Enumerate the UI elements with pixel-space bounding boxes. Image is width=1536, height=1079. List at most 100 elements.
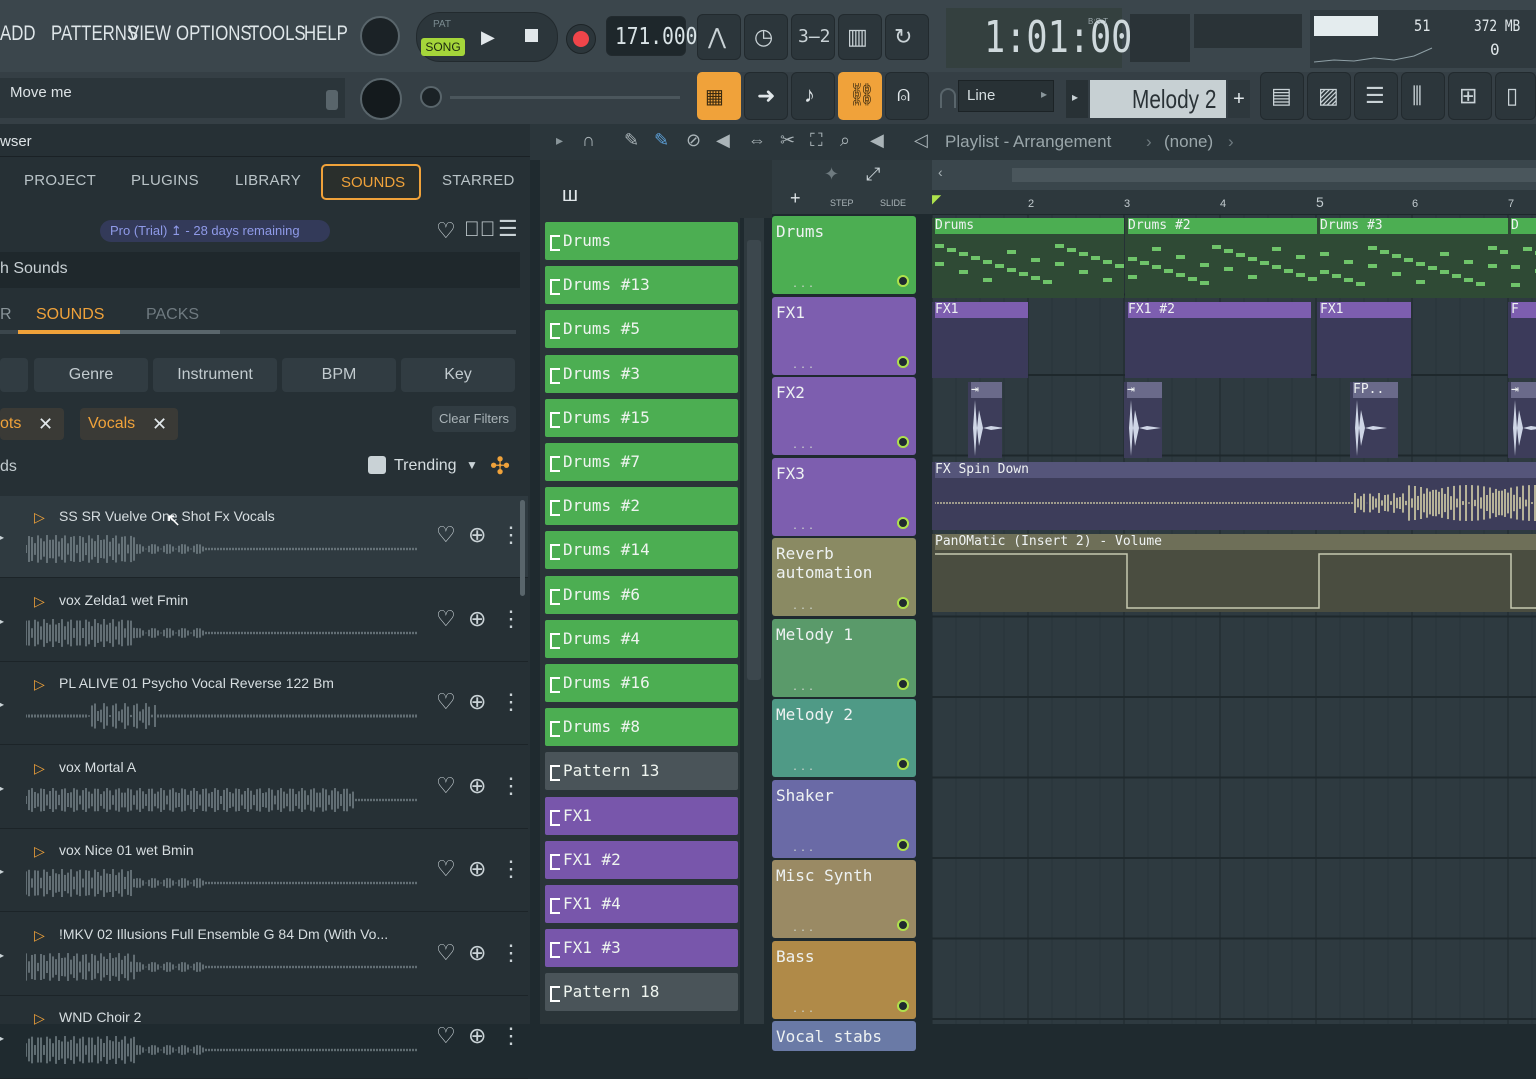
pattern-item[interactable]: Drums #6 [545,575,738,614]
pattern-item[interactable]: Drums #5 [545,310,738,349]
track-active-dot[interactable] [897,919,909,931]
chevron-down-icon[interactable]: ▼ [466,458,478,472]
add-track-icon[interactable]: + [790,188,801,209]
clip-drums[interactable]: D [1508,218,1536,298]
menu-tools[interactable]: TOOLS [249,22,306,46]
list-item[interactable]: ▷ PL ALIVE 01 Psycho Vocal Reverse 122 Bm… [0,663,528,745]
playlist-button[interactable]: ▤ [1260,72,1304,120]
trial-badge[interactable]: Pro (Trial) ↥ - 28 days remaining [100,220,330,242]
play-icon[interactable]: ▷ [34,677,46,691]
pattern-item[interactable]: Drums #4 [545,619,738,658]
pencil-icon[interactable]: ✎ [624,130,639,151]
waveform[interactable] [25,785,418,815]
select-icon[interactable]: ⛶ [810,130,823,151]
check-circle-icon[interactable]: ✓⃝ [464,218,496,242]
playback-icon[interactable]: ◀ [870,130,884,151]
list-item[interactable]: ▷ SS SR Vuelve One Shot Fx Vocals ♡ ⊕ ⋮ ▸ [0,496,528,578]
tab-project[interactable]: PROJECT [24,172,96,189]
track-header[interactable]: Bass... [772,940,916,1019]
playhead-icon[interactable]: ◤ [932,192,941,206]
step-icon[interactable]: ✦ [824,164,839,185]
pattern-item[interactable]: FX1 #4 [545,885,738,923]
more-icon[interactable]: ⋮ [500,773,522,799]
pitch-slider-handle[interactable] [420,86,442,108]
chevron-right-icon[interactable]: ▸ [0,614,4,628]
waveform[interactable] [25,868,418,898]
waveform[interactable] [25,701,418,731]
waveform[interactable] [25,1035,418,1065]
pat-label[interactable]: PAT [433,19,451,30]
clip-drums[interactable]: Drums [932,218,1124,298]
clip-fx1[interactable]: FX1 [1317,302,1411,378]
multilink-button[interactable]: ⛓ [838,72,882,120]
pattern-item[interactable]: Drums [545,222,738,260]
step-edit-button[interactable]: ➜ [744,72,788,120]
waveform[interactable] [25,534,418,564]
waveform[interactable] [25,952,418,982]
clip-fx3[interactable]: FX Spin Down [932,462,1536,530]
pattern-item[interactable]: Drums #7 [545,443,738,481]
countdown-button[interactable]: 3̶2 [791,14,835,60]
pattern-item[interactable]: FX1 [545,796,738,835]
track-header[interactable]: FX3... [772,457,916,536]
clip-fx1[interactable]: F [1508,302,1536,378]
clip-fx2[interactable]: ⇥ [1124,382,1162,458]
chevron-right-icon[interactable]: ▸ [0,864,4,878]
slip-icon[interactable]: ⇔ [748,130,766,151]
pattern-prev-button[interactable]: ▸ [1066,80,1088,118]
subtab-sounds[interactable]: SOUNDS [36,306,104,324]
blend-notes-button[interactable]: ▥ [838,14,882,60]
track-active-dot[interactable] [897,516,909,529]
pattern-item[interactable]: FX1 #2 [545,840,738,879]
tab-library[interactable]: LIBRARY [235,172,301,189]
pattern-item[interactable]: Pattern 18 [545,973,738,1012]
menu-add[interactable]: ADD [0,22,35,46]
add-circle-icon[interactable]: ⊕ [468,522,486,548]
browser-scrollbar[interactable] [520,500,525,596]
more-icon[interactable]: ⋮ [500,856,522,882]
snap-selector[interactable]: Line ▸ [958,80,1054,112]
channel-rack-button[interactable]: ☰ [1354,72,1398,120]
heart-icon[interactable]: ♡ [436,773,456,799]
heart-icon[interactable]: ♡ [436,606,456,632]
filter-partial[interactable] [0,358,28,392]
menu-patterns[interactable]: PATTERNS [51,22,138,46]
clip-drums[interactable]: Drums #3 [1317,218,1509,298]
close-icon[interactable]: ✕ [152,408,167,440]
chevron-right-icon[interactable]: ▸ [0,697,4,711]
chevron-right-icon[interactable]: ▸ [556,132,563,149]
clip-drums[interactable]: Drums #2 [1125,218,1317,298]
filter-instrument[interactable]: Instrument [153,358,277,392]
menu-help[interactable]: HELP [304,22,348,46]
add-circle-icon[interactable]: ⊕ [468,940,486,966]
time-display[interactable]: 1:01:00 B:S:T [946,8,1132,68]
metronome-button[interactable]: ⋀ [697,14,741,60]
magnet-icon[interactable] [940,88,956,108]
pattern-item[interactable]: Drums #13 [545,266,738,305]
heart-icon[interactable]: ♡ [436,218,456,244]
more-icon[interactable]: ⋮ [500,689,522,715]
stop-icon[interactable] [525,29,538,42]
pattern-item[interactable]: Drums #16 [545,664,738,702]
piano-roll-button[interactable]: ▨ [1307,72,1351,120]
heart-icon[interactable]: ♡ [436,1023,456,1049]
track-header[interactable]: FX1... [772,296,916,375]
add-circle-icon[interactable]: ⊕ [468,606,486,632]
master-pitch-knob[interactable] [360,78,402,120]
subtab-r[interactable]: R [0,306,12,324]
track-active-dot[interactable] [897,597,909,609]
menu-options[interactable]: OPTIONS [176,22,252,46]
track-active-dot[interactable] [897,355,909,368]
pitch-slider-track[interactable] [450,96,680,99]
pattern-item[interactable]: Drums #3 [545,354,738,393]
mute-icon[interactable]: ◀ [716,130,730,151]
more-icon[interactable]: ⋮ [500,1023,522,1049]
tab-plugins[interactable]: PLUGINS [131,172,199,189]
play-icon[interactable]: ▷ [34,928,46,942]
waveform[interactable] [25,618,418,648]
record-button[interactable] [566,24,596,54]
pattern-item[interactable]: Drums #14 [545,531,738,570]
list-item[interactable]: ▷ vox Zelda1 wet Fmin ♡ ⊕ ⋮ ▸ [0,580,528,662]
track-header[interactable]: Drums... [772,216,916,294]
delete-icon[interactable]: ⊘ [686,130,701,151]
